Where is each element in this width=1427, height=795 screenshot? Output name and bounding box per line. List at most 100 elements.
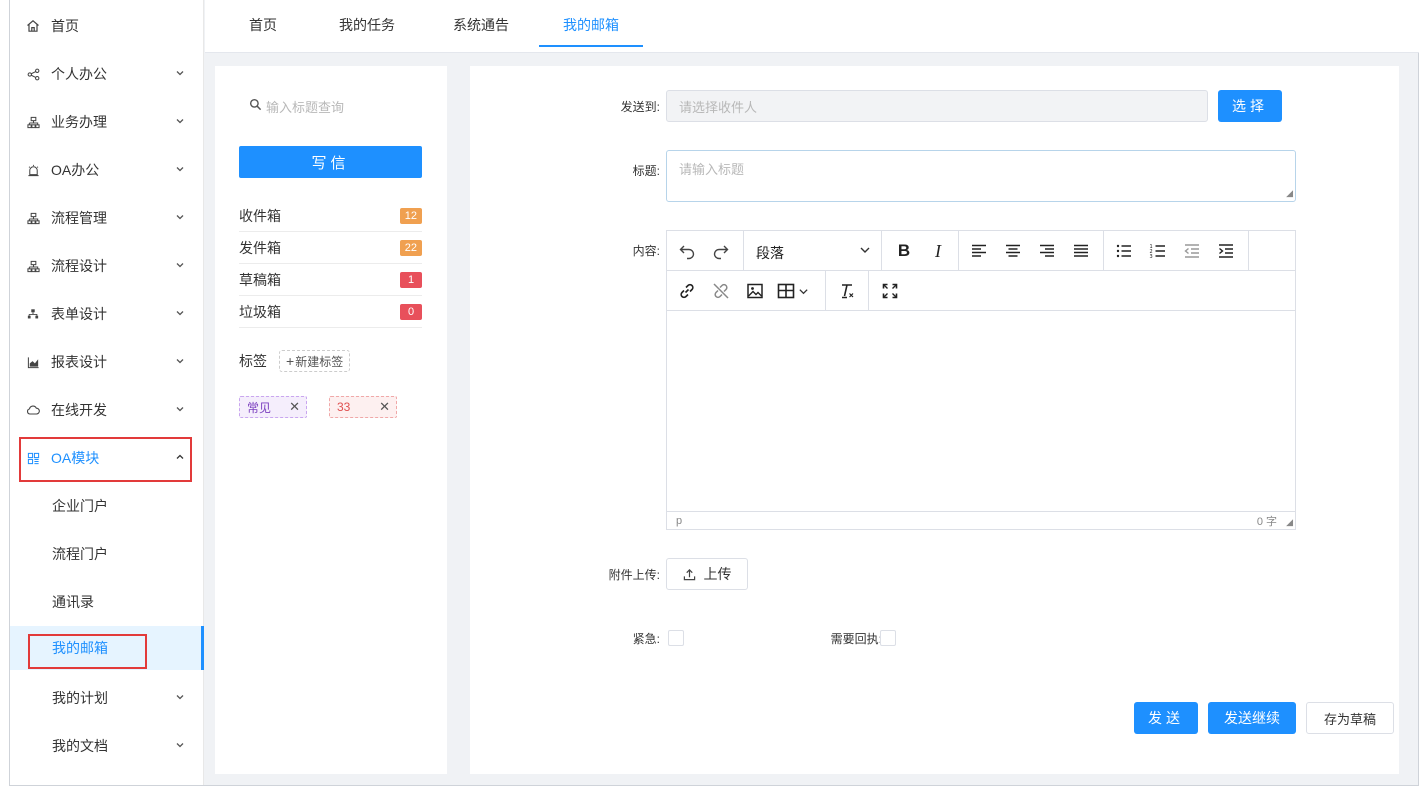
sidebar-item-oa-office[interactable]: OA办公	[10, 146, 204, 194]
sidebar-subitem-contacts[interactable]: 通讯录	[10, 578, 204, 626]
list-group: 123	[1104, 231, 1249, 270]
receipt-label: 需要回执:	[830, 632, 882, 646]
close-icon[interactable]: ✕	[289, 399, 300, 415]
folder-inbox[interactable]: 收件箱 12	[239, 200, 422, 232]
sidebar-subitem-my-docs[interactable]: 我的文档	[10, 722, 204, 770]
recipient-input[interactable]: 请选择收件人	[666, 90, 1208, 122]
alignment-group	[959, 231, 1104, 270]
title-input[interactable]: 请输入标题 ◢	[666, 150, 1296, 202]
tag-label: 常见	[247, 400, 272, 415]
sidebar-item-label: 表单设计	[51, 306, 107, 322]
folder-label: 发件箱	[239, 239, 281, 256]
editor-status-bar: p 0 字 ◢	[667, 511, 1295, 529]
send-continue-button[interactable]: 发送继续	[1208, 702, 1296, 734]
numbered-list-icon[interactable]: 123	[1146, 239, 1170, 263]
align-left-icon[interactable]	[967, 239, 991, 263]
sidebar-item-oa-module[interactable]: OA模块	[10, 434, 204, 482]
sidebar-item-form-design[interactable]: 表单设计	[10, 290, 204, 338]
unlink-icon[interactable]	[709, 279, 733, 303]
sidebar-item-home[interactable]: 首页	[10, 2, 204, 50]
editor-toolbar-row-1: 段落 B I 123	[667, 231, 1295, 271]
sidebar-subitem-process-portal[interactable]: 流程门户	[10, 530, 204, 578]
plus-icon: +	[286, 353, 295, 369]
tab-home[interactable]: 首页	[231, 0, 295, 47]
close-icon[interactable]: ✕	[379, 399, 390, 415]
rich-text-editor: 段落 B I 123 p 0 字 ◢	[666, 230, 1296, 530]
align-justify-icon[interactable]	[1069, 239, 1093, 263]
search-box[interactable]: 输入标题查询	[249, 94, 409, 118]
folder-trash[interactable]: 垃圾箱 0	[239, 296, 422, 328]
bold-icon[interactable]: B	[892, 239, 916, 263]
sidebar-item-report-design[interactable]: 报表设计	[10, 338, 204, 386]
new-tag-button[interactable]: + 新建标签	[279, 350, 351, 372]
upload-button[interactable]: 上传	[666, 558, 748, 590]
chevron-down-icon	[174, 68, 186, 81]
clear-format-icon[interactable]	[835, 279, 859, 303]
chevron-down-icon	[174, 116, 186, 129]
chart-icon	[26, 355, 40, 369]
fullscreen-icon[interactable]	[878, 279, 902, 303]
align-right-icon[interactable]	[1035, 239, 1059, 263]
urgent-checkbox[interactable]	[668, 630, 684, 646]
chevron-down-icon	[174, 740, 186, 753]
tab-my-mailbox[interactable]: 我的邮箱	[539, 0, 643, 47]
resize-handle-icon[interactable]: ◢	[1286, 517, 1293, 528]
save-draft-button[interactable]: 存为草稿	[1306, 702, 1394, 734]
tag-item[interactable]: 常见 ✕	[239, 396, 307, 418]
org-icon	[26, 115, 40, 129]
folder-drafts[interactable]: 草稿箱 1	[239, 264, 422, 296]
sidebar-item-business[interactable]: 业务办理	[10, 98, 204, 146]
folder-outbox[interactable]: 发件箱 22	[239, 232, 422, 264]
block-format-select[interactable]: 段落	[744, 231, 882, 270]
write-mail-button[interactable]: 写信	[239, 146, 422, 178]
editor-content-area[interactable]	[667, 311, 1295, 511]
redo-icon[interactable]	[709, 239, 733, 263]
new-tag-label: 新建标签	[295, 354, 344, 369]
tab-my-tasks[interactable]: 我的任务	[321, 0, 413, 47]
image-icon[interactable]	[743, 279, 767, 303]
sidebar-subitem-enterprise-portal[interactable]: 企业门户	[10, 482, 204, 530]
sidebar-item-personal-office[interactable]: 个人办公	[10, 50, 204, 98]
upload-label: 上传	[703, 566, 732, 582]
chevron-down-icon	[174, 164, 186, 177]
sidebar-item-online-dev[interactable]: 在线开发	[10, 386, 204, 434]
link-icon[interactable]	[675, 279, 699, 303]
insert-group	[667, 271, 826, 310]
count-badge: 1	[400, 271, 422, 288]
home-icon	[26, 19, 40, 33]
select-recipient-button[interactable]: 选择	[1218, 90, 1282, 122]
word-count: 0 字	[1256, 515, 1277, 528]
outdent-icon[interactable]	[1180, 239, 1204, 263]
count-badge: 22	[399, 239, 422, 256]
align-center-icon[interactable]	[1001, 239, 1025, 263]
chevron-down-icon	[174, 212, 186, 225]
clear-format-group	[826, 271, 869, 310]
sidebar-subitem-label: 我的计划	[52, 690, 108, 706]
table-icon[interactable]	[777, 279, 817, 303]
indent-icon[interactable]	[1214, 239, 1238, 263]
content-label: 内容:	[632, 244, 660, 258]
tab-system-notice[interactable]: 系统通告	[435, 0, 527, 47]
bullet-list-icon[interactable]	[1112, 239, 1136, 263]
sidebar-item-process-management[interactable]: 流程管理	[10, 194, 204, 242]
element-path: p	[676, 514, 683, 527]
undo-icon[interactable]	[675, 239, 699, 263]
upload-icon	[683, 568, 696, 581]
alarm-icon	[26, 163, 40, 177]
urgent-label: 紧急:	[632, 632, 660, 646]
receipt-checkbox[interactable]	[880, 630, 896, 646]
italic-icon[interactable]: I	[926, 239, 950, 263]
tab-bar: 首页 我的任务 系统通告 我的邮箱	[205, 0, 1419, 53]
chevron-down-icon	[174, 356, 186, 369]
to-label: 发送到:	[620, 100, 660, 114]
mail-folder-panel: 输入标题查询 写信 收件箱 12 发件箱 22 草稿箱 1 垃圾箱 0 标签 +…	[215, 66, 447, 774]
chevron-down-icon	[174, 260, 186, 273]
sidebar-subitem-my-mailbox[interactable]: 我的邮箱	[10, 626, 204, 670]
chevron-down-icon	[174, 692, 186, 705]
sidebar-subitem-my-plan[interactable]: 我的计划	[10, 674, 204, 722]
sidebar-item-label: 首页	[51, 18, 79, 34]
tag-item[interactable]: 33 ✕	[329, 396, 397, 418]
sidebar-item-process-design[interactable]: 流程设计	[10, 242, 204, 290]
send-button[interactable]: 发送	[1134, 702, 1198, 734]
resize-handle-icon[interactable]: ◢	[1286, 188, 1293, 199]
